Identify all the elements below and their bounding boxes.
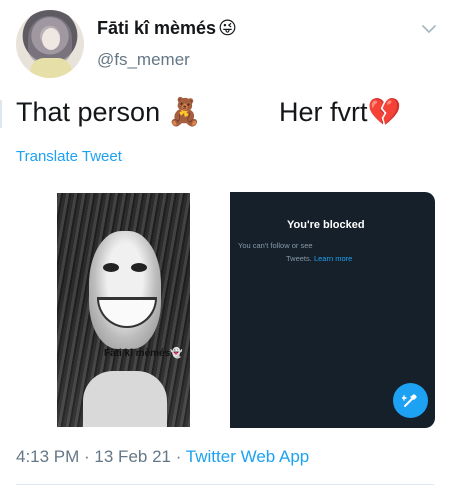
avatar-shirt — [30, 58, 72, 78]
media-image-right[interactable]: You're blocked You can't follow or see T… — [230, 192, 435, 428]
compose-feather-icon — [402, 394, 417, 407]
blocked-title: You're blocked — [287, 219, 365, 231]
display-name[interactable]: Fāti kî mèmés 😜 — [97, 18, 237, 39]
bottom-divider — [16, 484, 434, 485]
ghost-emoji-icon: 👻 — [170, 348, 183, 359]
user-handle[interactable]: @fs_memer — [97, 50, 190, 70]
translate-tweet-link[interactable]: Translate Tweet — [16, 148, 122, 165]
learn-more-link[interactable]: Learn more — [314, 254, 352, 263]
blocked-body-tweets: Tweets. — [286, 254, 312, 263]
photo-eye-right — [131, 263, 147, 272]
photo-eye-left — [103, 263, 119, 272]
blocked-body-line1: You can't follow or see — [238, 241, 313, 250]
tweet-date[interactable]: 13 Feb 21 — [94, 447, 171, 466]
blocked-body: You can't follow or see Tweets. Learn mo… — [238, 239, 388, 265]
edge-divider — [0, 100, 2, 128]
tweet-text-left: That person 🧸 — [16, 97, 202, 127]
photo-collar — [83, 371, 167, 427]
chevron-down-icon[interactable] — [420, 20, 438, 38]
photo-face — [89, 231, 161, 349]
tweet-time[interactable]: 4:13 PM — [16, 447, 79, 466]
source-app-link[interactable]: Twitter Web App — [186, 447, 309, 466]
tweet-text-right: Her fvrt💔 — [279, 97, 402, 127]
watermark-text: Fāti kî mèmés — [104, 348, 171, 359]
tweet-meta: 4:13 PM · 13 Feb 21 · Twitter Web App — [16, 447, 309, 467]
avatar-face — [42, 28, 60, 50]
display-name-text[interactable]: Fāti kî mèmés — [97, 18, 216, 38]
meta-separator: · — [79, 447, 95, 466]
wink-emoji-icon: 😜 — [218, 18, 237, 38]
media-image-left[interactable]: Fāti kî mèmés👻 — [57, 193, 190, 427]
photo-watermark: Fāti kî mèmés👻 — [104, 348, 183, 359]
avatar[interactable] — [16, 10, 84, 78]
compose-fab-button[interactable] — [393, 383, 428, 418]
blocked-body-line2: Tweets. Learn more — [238, 252, 388, 265]
meta-separator: · — [170, 447, 186, 466]
